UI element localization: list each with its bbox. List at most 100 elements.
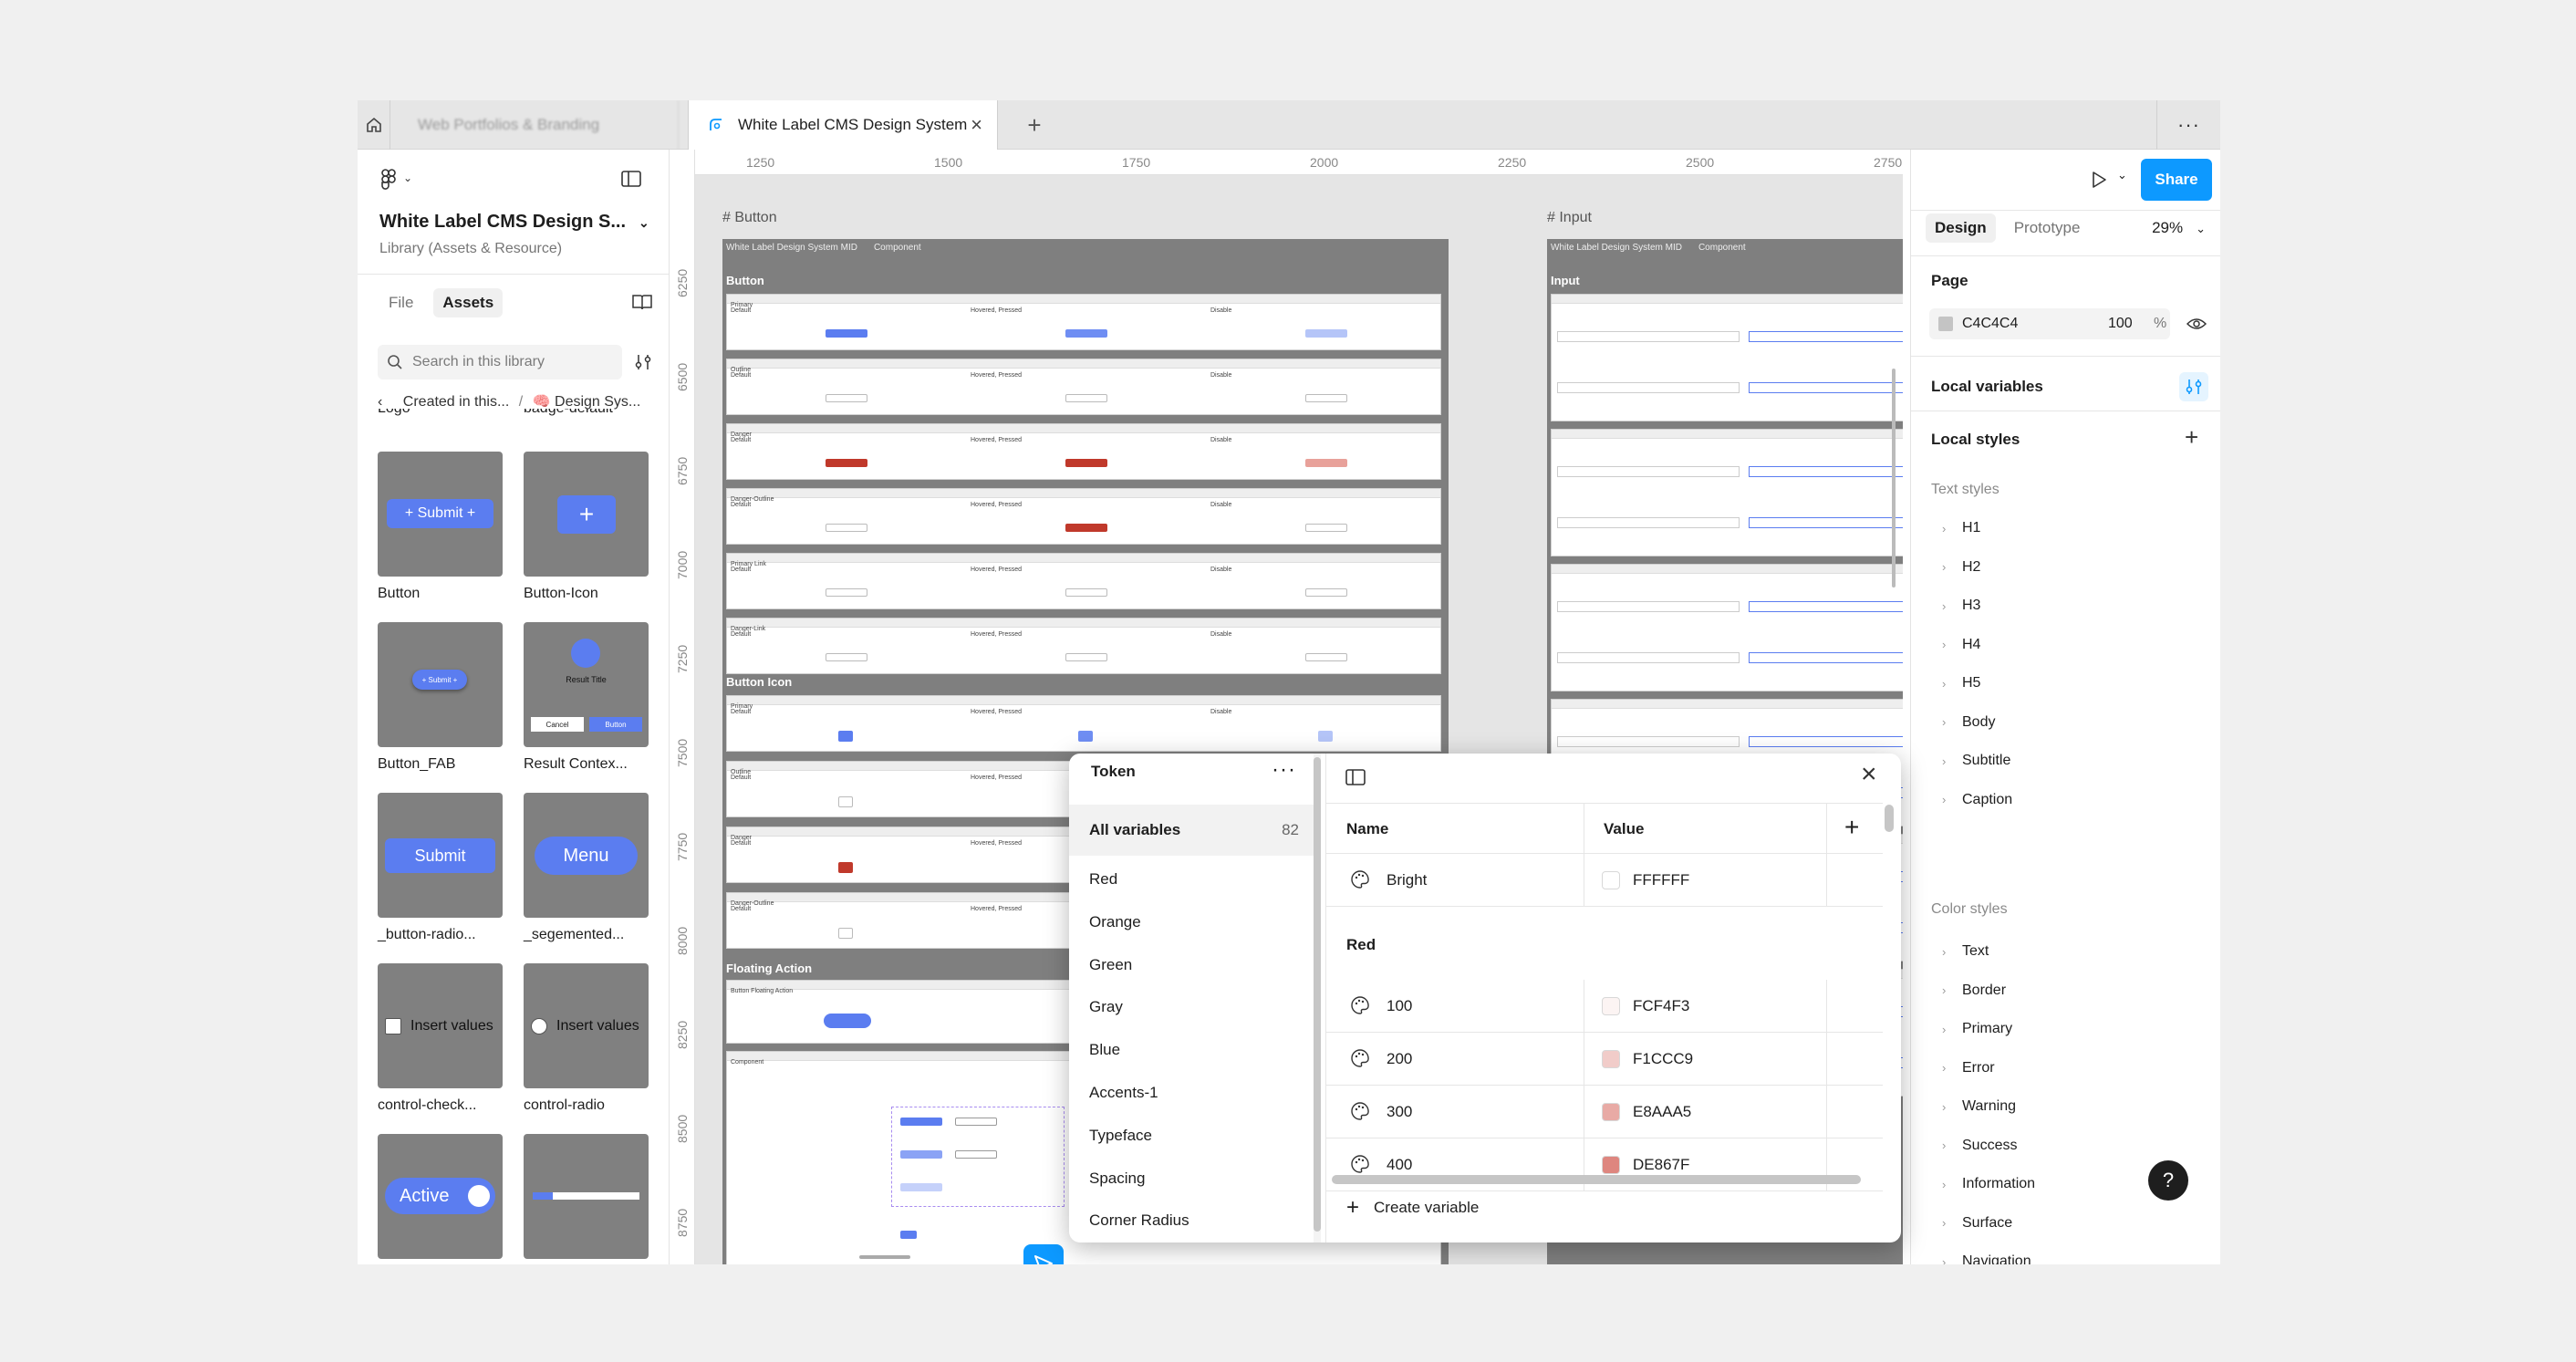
all-variables-item[interactable]: All variables 82 <box>1069 805 1315 856</box>
asset-toggle[interactable]: Active <box>378 1134 503 1259</box>
file-title[interactable]: White Label CMS Design S... ⌄ <box>379 212 649 233</box>
variable-swatch[interactable] <box>1602 1050 1620 1068</box>
color-style-item[interactable]: › Text <box>1942 943 1989 960</box>
asset-result-context[interactable]: Result Title Cancel Button Result Contex… <box>524 622 649 773</box>
tab-web-portfolios[interactable]: Web Portfolios & Branding <box>390 100 679 150</box>
library-book-icon[interactable] <box>631 293 653 311</box>
text-style-item[interactable]: › H4 <box>1942 637 1980 653</box>
page-color-field[interactable]: C4C4C4 100 % <box>1929 308 2170 339</box>
variable-row[interactable]: Bright FFFFFF <box>1326 854 1883 907</box>
color-style-item[interactable]: › Surface <box>1942 1215 2012 1232</box>
variable-group-item[interactable]: Spacing <box>1089 1170 1145 1188</box>
asset-control-checkbox[interactable]: Insert values control-check... <box>378 963 503 1114</box>
text-style-item[interactable]: › Subtitle <box>1942 753 2010 769</box>
page-color-swatch[interactable] <box>1938 317 1953 331</box>
variable-swatch[interactable] <box>1602 997 1620 1015</box>
tab-prototype[interactable]: Prototype <box>2005 213 2090 243</box>
chevron-down-icon[interactable]: ⌄ <box>403 172 412 184</box>
share-button[interactable]: Share <box>2141 159 2212 201</box>
asset-button-radio[interactable]: Submit _button-radio... <box>378 793 503 943</box>
variable-row[interactable]: 300 E8AAA5 <box>1326 1086 1883 1138</box>
help-button[interactable]: ? <box>2148 1160 2188 1201</box>
variable-value[interactable]: F1CCC9 <box>1633 1050 1693 1068</box>
breadcrumb-current[interactable]: 🧠 Design Sys... <box>533 394 641 410</box>
variable-group-item[interactable]: Orange <box>1089 913 1141 931</box>
text-style-item[interactable]: › Caption <box>1942 792 2012 808</box>
add-column-icon[interactable]: + <box>1844 813 1859 842</box>
local-variables-label[interactable]: Local variables <box>1931 378 2043 396</box>
add-style-icon[interactable]: + <box>2185 423 2198 452</box>
variable-group-item[interactable]: Green <box>1089 956 1132 974</box>
asset-control-radio[interactable]: Insert values control-radio <box>524 963 649 1114</box>
color-style-item[interactable]: › Navigation <box>1942 1253 2031 1264</box>
variable-swatch[interactable] <box>1602 1103 1620 1121</box>
search-input[interactable]: Search in this library <box>378 345 622 379</box>
move-tool-button[interactable] <box>1023 1244 1064 1264</box>
asset-button-icon[interactable]: + Button-Icon <box>524 452 649 602</box>
table-horizontal-scrollbar[interactable] <box>1332 1175 1861 1184</box>
color-style-item[interactable]: › Error <box>1942 1060 1995 1076</box>
asset-tabs[interactable] <box>524 1134 649 1259</box>
text-style-item[interactable]: › Body <box>1942 714 1995 731</box>
variable-swatch[interactable] <box>1602 1156 1620 1174</box>
present-play-icon[interactable] <box>2090 170 2108 190</box>
frame-title-button[interactable]: # Button <box>722 210 777 226</box>
color-style-item[interactable]: › Warning <box>1942 1098 2016 1115</box>
variable-row[interactable]: 100 FCF4F3 <box>1326 980 1883 1033</box>
text-style-item[interactable]: › H3 <box>1942 598 1980 614</box>
asset-button[interactable]: + Submit + Button <box>378 452 503 602</box>
variable-group-item[interactable]: Blue <box>1089 1041 1120 1059</box>
more-options-icon[interactable]: ··· <box>2156 100 2220 150</box>
eye-icon[interactable] <box>2186 316 2207 332</box>
table-vertical-scrollbar[interactable] <box>1885 805 1894 832</box>
text-style-item[interactable]: › H2 <box>1942 559 1980 576</box>
text-style-item[interactable]: › H5 <box>1942 675 1980 691</box>
asset-segmented[interactable]: Menu _segemented... <box>524 793 649 943</box>
variable-group-item[interactable]: Corner Radius <box>1089 1211 1189 1230</box>
toggle-sidebar-icon[interactable] <box>1345 768 1366 786</box>
new-tab-button[interactable]: + <box>1016 100 1053 150</box>
tab-white-label-cms[interactable]: White Label CMS Design System × <box>688 100 998 150</box>
toggle-sidebar-icon[interactable] <box>620 170 642 188</box>
zoom-control[interactable]: 29% ⌄ <box>2152 219 2206 237</box>
variable-group-item[interactable]: Typeface <box>1089 1127 1152 1145</box>
color-style-item[interactable]: › Success <box>1942 1138 2017 1154</box>
variable-swatch[interactable] <box>1602 871 1620 889</box>
variable-row[interactable]: 200 F1CCC9 <box>1326 1033 1883 1086</box>
figma-menu-icon[interactable] <box>379 168 398 192</box>
variable-value[interactable]: E8AAA5 <box>1633 1103 1691 1121</box>
variable-value[interactable]: FFFFFF <box>1633 871 1689 889</box>
tab-design[interactable]: Design <box>1926 213 1996 243</box>
home-tab[interactable] <box>358 100 390 150</box>
variable-name[interactable]: 200 <box>1387 1050 1412 1068</box>
create-variable-button[interactable]: + Create variable <box>1346 1195 1479 1221</box>
frame-title-input[interactable]: # Input <box>1547 210 1592 226</box>
variable-name[interactable]: Bright <box>1387 871 1427 889</box>
text-style-item[interactable]: › H1 <box>1942 520 1980 536</box>
variable-group-item[interactable]: Red <box>1089 870 1117 889</box>
breadcrumb-parent[interactable]: Created in this... <box>403 394 510 410</box>
asset-button-fab[interactable]: + Submit + Button_FAB <box>378 622 503 773</box>
chevron-down-icon[interactable]: ⌄ <box>2117 168 2127 182</box>
color-style-item[interactable]: › Border <box>1942 983 2006 999</box>
variable-value[interactable]: FCF4F3 <box>1633 997 1689 1015</box>
tab-file[interactable]: File <box>379 288 422 317</box>
groups-scrollbar[interactable] <box>1314 754 1321 1242</box>
page-color-hex[interactable]: C4C4C4 <box>1962 316 2018 332</box>
open-variables-button[interactable] <box>2179 372 2208 401</box>
page-opacity[interactable]: 100 <box>2108 316 2133 332</box>
variable-group-item[interactable]: Accents-1 <box>1089 1084 1158 1102</box>
filter-icon[interactable] <box>633 352 653 372</box>
variable-value[interactable]: DE867F <box>1633 1156 1689 1174</box>
collection-more-icon[interactable]: ··· <box>1272 757 1296 783</box>
variable-name[interactable]: 300 <box>1387 1103 1412 1121</box>
variable-name[interactable]: 400 <box>1387 1156 1412 1174</box>
color-style-item[interactable]: › Information <box>1942 1176 2035 1192</box>
variable-group-item[interactable]: Gray <box>1089 998 1123 1016</box>
color-style-item[interactable]: › Primary <box>1942 1021 2012 1037</box>
collection-name[interactable]: Token <box>1091 763 1136 781</box>
tab-assets[interactable]: Assets <box>433 287 504 317</box>
close-tab-icon[interactable]: × <box>971 113 982 137</box>
close-modal-icon[interactable]: × <box>1861 759 1877 790</box>
variable-name[interactable]: 100 <box>1387 997 1412 1015</box>
